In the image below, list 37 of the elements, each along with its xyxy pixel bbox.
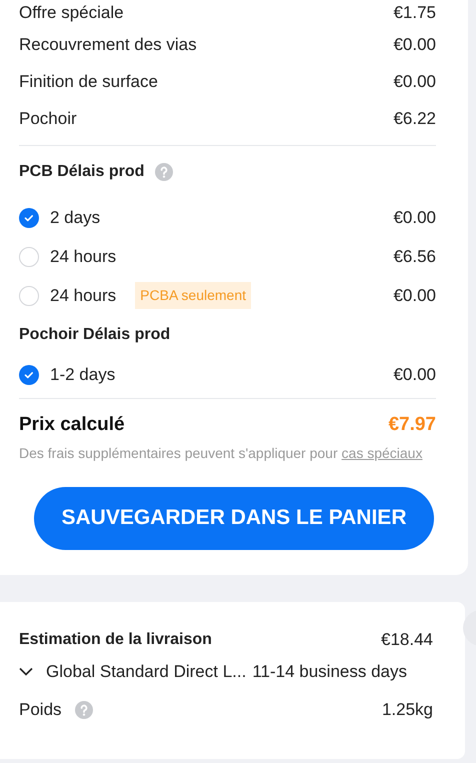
option-price: €0.00 — [393, 206, 436, 229]
special-cases-link[interactable]: cas spéciaux — [342, 444, 422, 460]
section-heading: PCB Délais prod — [19, 162, 144, 182]
radio-button[interactable] — [19, 286, 39, 306]
help-icon — [155, 163, 174, 181]
section-heading: Pochoir Délais prod — [19, 325, 170, 345]
total-price: €7.97 — [388, 413, 436, 437]
total-label: Prix calculé — [19, 413, 125, 437]
fee-label: Offre spéciale — [19, 2, 124, 24]
shipping-method[interactable]: Global Standard Direct L... — [46, 658, 246, 684]
fee-price: €6.22 — [393, 108, 436, 130]
fee-price: €1.75 — [393, 2, 436, 24]
radio-button[interactable] — [19, 246, 39, 266]
option-price: €0.00 — [393, 364, 436, 386]
save-to-cart-button[interactable]: SAUVEGARDER DANS LE PANIER — [34, 486, 434, 550]
help-icon — [74, 700, 93, 718]
fee-label: Recouvrement des vias — [19, 34, 197, 56]
option-tag: PCBA seulement — [135, 282, 252, 309]
shipping-label: Estimation de la livraison — [19, 630, 212, 650]
fees-note: Des frais supplémentaires peuvent s'appliquer pour cas spéciaux — [19, 444, 424, 463]
fee-price: €0.00 — [393, 34, 436, 56]
option-label: 1-2 days — [50, 364, 116, 386]
delivery-time: 11-14 business days — [252, 660, 407, 683]
option-price: €0.00 — [393, 284, 436, 307]
weight-label: Poids — [19, 698, 62, 721]
radio-checked[interactable] — [19, 364, 39, 384]
option-label: 2 days — [50, 206, 100, 229]
weight-value: 1.25kg — [382, 698, 433, 721]
shipping-price: €18.44 — [381, 628, 433, 651]
fee-label: Pochoir — [19, 108, 77, 130]
radio-checked[interactable] — [19, 208, 39, 228]
fee-label: Finition de surface — [19, 70, 158, 93]
option-label: 24 hours — [50, 284, 116, 307]
chevron-down-icon[interactable] — [19, 667, 33, 676]
fee-price: €0.00 — [393, 70, 436, 93]
option-price: €6.56 — [393, 246, 436, 268]
option-label: 24 hours — [50, 246, 116, 268]
